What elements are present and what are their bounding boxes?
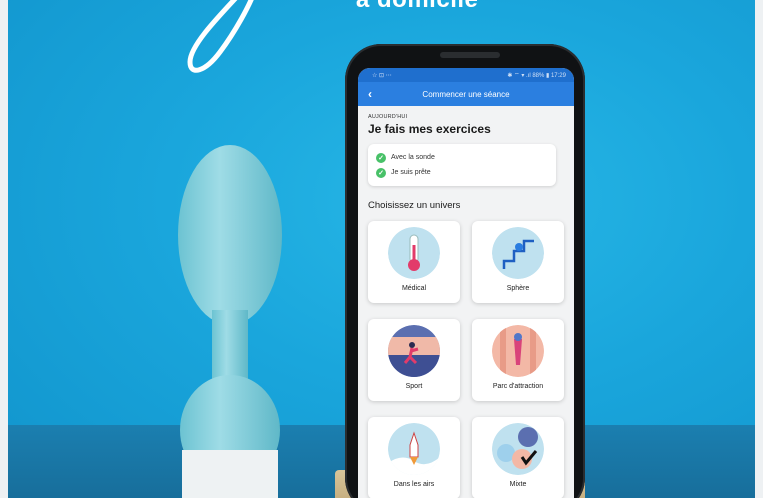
status-icons-right: ✱ ⌔ ▾ .ıl 88% ▮ 17:29: [507, 73, 566, 79]
checklist-card: ✓ Avec la sonde ✓ Je suis prête: [368, 144, 556, 186]
universe-label: Médical: [401, 285, 427, 292]
thermometer-icon: [388, 227, 440, 279]
mixed-icon: [492, 423, 544, 475]
kegel-toy: [178, 145, 282, 498]
rocket-icon: [388, 423, 440, 475]
phone-screen: ☆ ⊡ ⋯ ✱ ⌔ ▾ .ıl 88% ▮ 17:29 ‹ Commencer …: [358, 68, 574, 498]
photo-scene: à domicile ☆ ⊡ ⋯ ✱ ⌔ ▾ .ıl 88% ▮ 17:29 ‹…: [0, 0, 763, 498]
screen-content: AUJOURD'HUI Je fais mes exercices ✓ Avec…: [358, 106, 574, 498]
universe-tile-sphere[interactable]: Sphère: [472, 221, 564, 303]
carousel-icon: [492, 325, 544, 377]
checklist-item[interactable]: ✓ Je suis prête: [376, 165, 548, 180]
checklist-item[interactable]: ✓ Avec la sonde: [376, 150, 548, 165]
universe-tile-medical[interactable]: Médical: [368, 221, 460, 303]
universe-label: Mixte: [509, 481, 527, 488]
universe-label: Sphère: [506, 285, 530, 292]
headline-text: à domicile: [356, 0, 478, 14]
universe-grid: Médical Sphère Sport Parc d'attraction D…: [368, 221, 564, 498]
app-bar: ‹ Commencer une séance: [358, 82, 574, 106]
swirl-logo-stroke: [187, 0, 254, 73]
checklist-item-label: Je suis prête: [391, 169, 431, 176]
universe-tile-mixte[interactable]: Mixte: [472, 417, 564, 498]
check-icon: ✓: [376, 167, 386, 178]
universe-tile-sport[interactable]: Sport: [368, 319, 460, 401]
screen-title: Je fais mes exercices: [368, 122, 491, 136]
universe-tile-parc[interactable]: Parc d'attraction: [472, 319, 564, 401]
right-border: [755, 0, 763, 498]
left-border: [0, 0, 8, 498]
phone-speaker: [440, 52, 500, 58]
date-overline: AUJOURD'HUI: [368, 114, 408, 120]
universe-label: Dans les airs: [393, 481, 435, 488]
universe-label: Sport: [405, 383, 423, 390]
status-icons-left: ☆ ⊡ ⋯: [372, 72, 392, 79]
section-title: Choisissez un univers: [368, 200, 461, 211]
universe-label: Parc d'attraction: [492, 383, 544, 390]
back-arrow-icon[interactable]: ‹: [368, 88, 380, 100]
runner-icon: [388, 325, 440, 377]
universe-tile-airs[interactable]: Dans les airs: [368, 417, 460, 498]
checklist-item-label: Avec la sonde: [391, 154, 435, 161]
app-bar-title: Commencer une séance: [422, 89, 510, 99]
status-bar: ☆ ⊡ ⋯ ✱ ⌔ ▾ .ıl 88% ▮ 17:29: [358, 68, 574, 82]
check-icon: ✓: [376, 152, 386, 163]
sphere-stairs-icon: [492, 227, 544, 279]
